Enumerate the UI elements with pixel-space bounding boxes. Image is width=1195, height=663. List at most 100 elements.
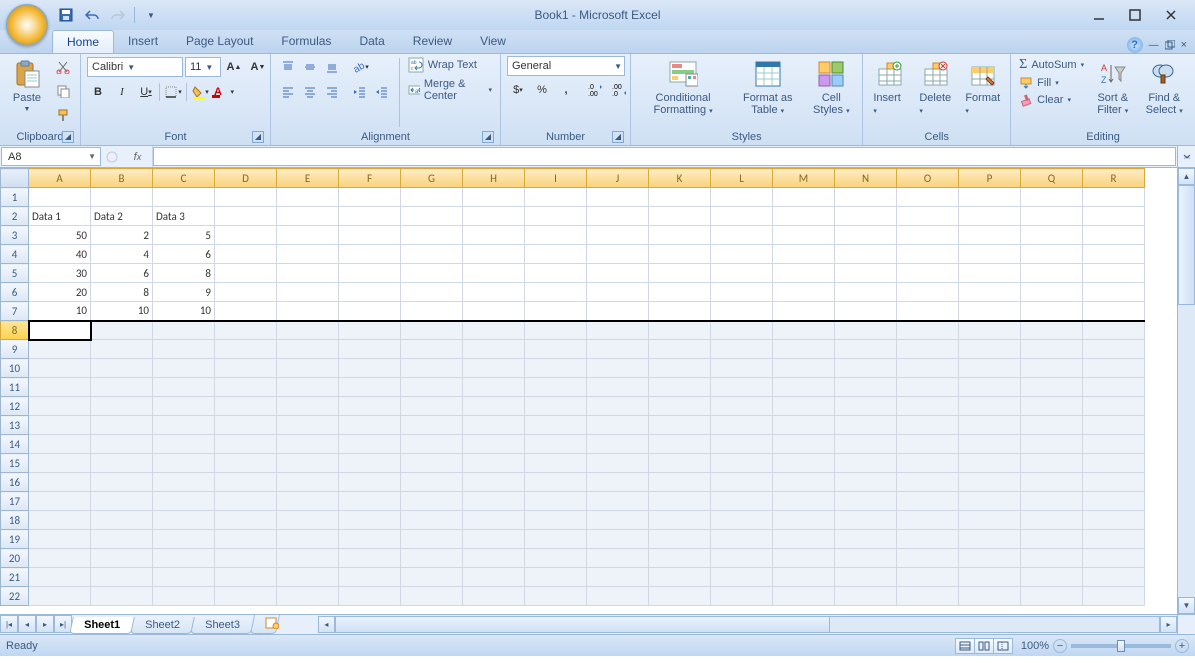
cell-M1[interactable] (773, 188, 835, 207)
cell-R22[interactable] (1083, 587, 1145, 606)
cell-Q15[interactable] (1021, 454, 1083, 473)
cell-H8[interactable] (463, 321, 525, 340)
cell-J11[interactable] (587, 378, 649, 397)
cell-D1[interactable] (215, 188, 277, 207)
cell-R14[interactable] (1083, 435, 1145, 454)
row-header-13[interactable]: 13 (1, 416, 29, 435)
clipboard-dialog-launcher[interactable]: ◢ (62, 131, 74, 143)
cell-B13[interactable] (91, 416, 153, 435)
row-header-7[interactable]: 7 (1, 302, 29, 321)
cell-Q3[interactable] (1021, 226, 1083, 245)
cell-K11[interactable] (649, 378, 711, 397)
cell-F20[interactable] (339, 549, 401, 568)
bold-button[interactable]: B (87, 81, 109, 103)
cell-I15[interactable] (525, 454, 587, 473)
tab-page-layout[interactable]: Page Layout (172, 30, 267, 53)
scroll-right-button[interactable]: ▸ (1160, 616, 1177, 633)
cell-I12[interactable] (525, 397, 587, 416)
cell-A22[interactable] (29, 587, 91, 606)
cell-B15[interactable] (91, 454, 153, 473)
zoom-out-button[interactable]: − (1053, 639, 1067, 653)
cell-O12[interactable] (897, 397, 959, 416)
cell-D10[interactable] (215, 359, 277, 378)
cell-P3[interactable] (959, 226, 1021, 245)
tab-insert[interactable]: Insert (114, 30, 172, 53)
col-header-L[interactable]: L (711, 169, 773, 188)
row-header-11[interactable]: 11 (1, 378, 29, 397)
cell-E13[interactable] (277, 416, 339, 435)
cell-D9[interactable] (215, 340, 277, 359)
cell-B22[interactable] (91, 587, 153, 606)
cell-K4[interactable] (649, 245, 711, 264)
cell-Q19[interactable] (1021, 530, 1083, 549)
cell-K9[interactable] (649, 340, 711, 359)
cell-K10[interactable] (649, 359, 711, 378)
select-all-corner[interactable] (1, 169, 29, 188)
cell-P1[interactable] (959, 188, 1021, 207)
cell-P14[interactable] (959, 435, 1021, 454)
office-button[interactable] (6, 4, 48, 46)
cell-Q21[interactable] (1021, 568, 1083, 587)
close-button[interactable] (1159, 5, 1183, 25)
cell-D6[interactable] (215, 283, 277, 302)
cell-N21[interactable] (835, 568, 897, 587)
cell-M6[interactable] (773, 283, 835, 302)
col-header-D[interactable]: D (215, 169, 277, 188)
cell-D7[interactable] (215, 302, 277, 321)
undo-icon[interactable] (82, 5, 102, 25)
cell-H18[interactable] (463, 511, 525, 530)
cell-E8[interactable] (277, 321, 339, 340)
row-header-21[interactable]: 21 (1, 568, 29, 587)
cell-R18[interactable] (1083, 511, 1145, 530)
row-header-6[interactable]: 6 (1, 283, 29, 302)
cell-K19[interactable] (649, 530, 711, 549)
cell-F1[interactable] (339, 188, 401, 207)
col-header-P[interactable]: P (959, 169, 1021, 188)
new-sheet-button[interactable] (250, 615, 280, 634)
cell-R5[interactable] (1083, 264, 1145, 283)
cell-P15[interactable] (959, 454, 1021, 473)
cell-O18[interactable] (897, 511, 959, 530)
cell-Q8[interactable] (1021, 321, 1083, 340)
number-format-dropdown[interactable]: General▼ (507, 56, 625, 76)
cell-L2[interactable] (711, 207, 773, 226)
cell-M19[interactable] (773, 530, 835, 549)
cell-I1[interactable] (525, 188, 587, 207)
cell-N9[interactable] (835, 340, 897, 359)
cell-C11[interactable] (153, 378, 215, 397)
row-header-18[interactable]: 18 (1, 511, 29, 530)
cell-E5[interactable] (277, 264, 339, 283)
cell-I4[interactable] (525, 245, 587, 264)
cell-Q7[interactable] (1021, 302, 1083, 321)
cell-O15[interactable] (897, 454, 959, 473)
normal-view-button[interactable] (955, 638, 975, 654)
cell-Q16[interactable] (1021, 473, 1083, 492)
cell-I14[interactable] (525, 435, 587, 454)
cell-C21[interactable] (153, 568, 215, 587)
cell-P9[interactable] (959, 340, 1021, 359)
cell-F2[interactable] (339, 207, 401, 226)
font-size-dropdown[interactable]: 11▼ (185, 57, 221, 77)
decrease-indent-button[interactable] (349, 81, 371, 103)
row-header-8[interactable]: 8 (1, 321, 29, 340)
col-header-I[interactable]: I (525, 169, 587, 188)
alignment-dialog-launcher[interactable]: ◢ (482, 131, 494, 143)
cell-L9[interactable] (711, 340, 773, 359)
cell-G8[interactable] (401, 321, 463, 340)
cell-N11[interactable] (835, 378, 897, 397)
cell-J6[interactable] (587, 283, 649, 302)
cell-D20[interactable] (215, 549, 277, 568)
cell-G9[interactable] (401, 340, 463, 359)
cell-A8[interactable] (29, 321, 91, 340)
col-header-B[interactable]: B (91, 169, 153, 188)
accounting-format-button[interactable]: $▾ (507, 79, 529, 101)
cell-L21[interactable] (711, 568, 773, 587)
scroll-left-button[interactable]: ◂ (318, 616, 335, 633)
cell-R10[interactable] (1083, 359, 1145, 378)
cell-H10[interactable] (463, 359, 525, 378)
cell-P19[interactable] (959, 530, 1021, 549)
cell-P22[interactable] (959, 587, 1021, 606)
cell-I20[interactable] (525, 549, 587, 568)
cell-L4[interactable] (711, 245, 773, 264)
cell-N4[interactable] (835, 245, 897, 264)
